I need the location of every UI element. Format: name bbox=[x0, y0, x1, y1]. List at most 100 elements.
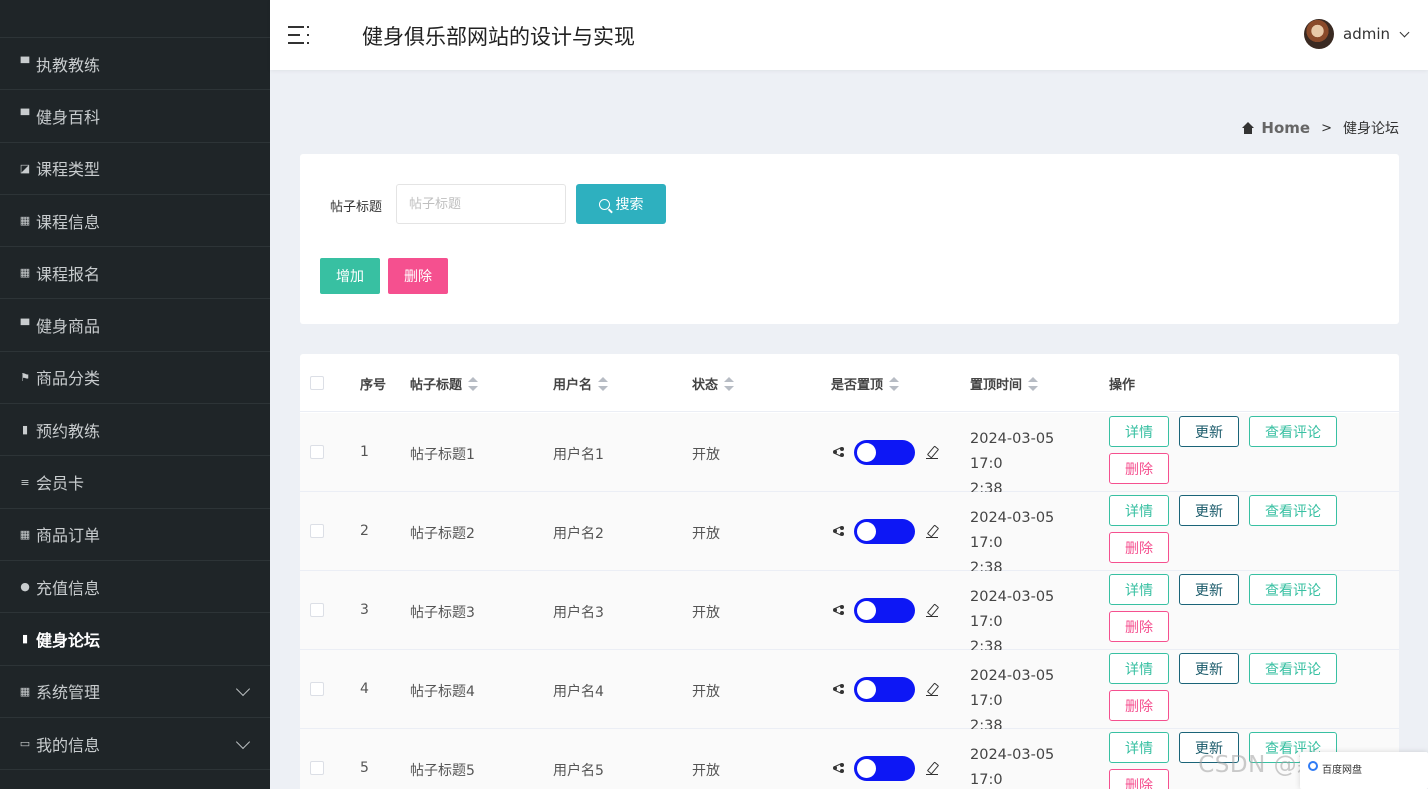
sidebar: ▀ 执教教练 ▀ 健身百科 ◪ 课程类型 ▦ 课程信息 ▦ 课程报名 ▀ 健身商品 ⚑ 商品分类 ▮ 预约教练… bbox=[0, 0, 270, 789]
detail-button[interactable]: 详情 bbox=[1109, 416, 1169, 447]
grid-icon: ▦ bbox=[19, 266, 31, 280]
header-status[interactable]: 状态 bbox=[692, 374, 735, 393]
share-icon bbox=[833, 684, 845, 694]
update-button[interactable]: 更新 bbox=[1179, 653, 1239, 684]
pinned-toggle[interactable] bbox=[854, 756, 915, 781]
sidebar-item[interactable]: ▦ 课程信息 bbox=[0, 195, 270, 248]
grid-icon: ▦ bbox=[19, 527, 31, 541]
row-delete-button[interactable]: 删除 bbox=[1109, 769, 1169, 789]
share-icon bbox=[833, 763, 845, 773]
floating-badge[interactable]: 百度网盘 bbox=[1300, 752, 1428, 789]
sidebar-item[interactable]: ▦ 课程报名 bbox=[0, 247, 270, 300]
edit-icon[interactable] bbox=[926, 446, 939, 459]
view-comments-button[interactable]: 查看评论 bbox=[1249, 495, 1337, 526]
row-checkbox[interactable] bbox=[310, 682, 324, 696]
breadcrumb: Home > 健身论坛 bbox=[1241, 118, 1399, 138]
pinned-toggle[interactable] bbox=[854, 677, 915, 702]
share-icon bbox=[833, 447, 845, 457]
chart-icon: ◪ bbox=[19, 161, 31, 175]
cell-pinned-time: 2024-03-05 17:02:38 bbox=[970, 510, 1055, 576]
header-pinned-time[interactable]: 置顶时间 bbox=[970, 374, 1039, 393]
sidebar-item[interactable]: ◪ 课程类型 bbox=[0, 143, 270, 195]
sidebar-item[interactable]: ▀ 执教教练 bbox=[0, 38, 270, 91]
data-table: 序号 帖子标题 用户名 状态 是否置顶 置顶时间 操作 1 帖子标题1 用户名1 开放… bbox=[300, 354, 1399, 789]
update-button[interactable]: 更新 bbox=[1179, 416, 1239, 447]
detail-button[interactable]: 详情 bbox=[1109, 495, 1169, 526]
view-comments-button[interactable]: 查看评论 bbox=[1249, 574, 1337, 605]
row-checkbox[interactable] bbox=[310, 445, 324, 459]
update-button[interactable]: 更新 bbox=[1179, 574, 1239, 605]
menu-toggle-icon[interactable] bbox=[288, 24, 312, 46]
pinned-toggle[interactable] bbox=[854, 519, 915, 544]
sidebar-item[interactable]: ≡ 会员卡 bbox=[0, 456, 270, 509]
pinned-toggle[interactable] bbox=[854, 440, 915, 465]
sidebar-item[interactable]: ▭ 我的信息 bbox=[0, 718, 270, 771]
sidebar-item[interactable]: ● 充值信息 bbox=[0, 561, 270, 614]
cell-status: 开放 bbox=[692, 526, 720, 542]
search-button[interactable]: 搜索 bbox=[576, 184, 666, 224]
sidebar-item[interactable]: ▮ 健身论坛 bbox=[0, 613, 270, 666]
view-comments-button[interactable]: 查看评论 bbox=[1249, 416, 1337, 447]
sidebar-item[interactable]: ▀ 健身商品 bbox=[0, 299, 270, 352]
row-checkbox[interactable] bbox=[310, 761, 324, 775]
sort-icon[interactable] bbox=[598, 376, 609, 391]
detail-button[interactable]: 详情 bbox=[1109, 732, 1169, 763]
cell-username: 用户名1 bbox=[553, 447, 604, 463]
search-input[interactable] bbox=[396, 184, 566, 224]
avatar bbox=[1304, 19, 1334, 49]
chevron-down-icon bbox=[235, 734, 251, 749]
edit-icon[interactable] bbox=[926, 683, 939, 696]
edit-icon[interactable] bbox=[926, 604, 939, 617]
top-header: 健身俱乐部网站的设计与实现 admin bbox=[270, 0, 1428, 70]
breadcrumb-current: 健身论坛 bbox=[1343, 121, 1399, 137]
clipboard-icon: ▮ bbox=[21, 632, 29, 646]
sort-icon[interactable] bbox=[1028, 376, 1039, 391]
sidebar-item[interactable]: ▦ 商品订单 bbox=[0, 509, 270, 561]
edit-icon[interactable] bbox=[926, 762, 939, 775]
sidebar-item-label: 课程报名 bbox=[36, 264, 101, 284]
delete-button[interactable]: 删除 bbox=[388, 258, 448, 294]
chevron-down-icon bbox=[235, 682, 251, 697]
row-checkbox[interactable] bbox=[310, 524, 324, 538]
user-icon: ● bbox=[20, 580, 30, 594]
pinned-toggle[interactable] bbox=[854, 598, 915, 623]
edit-icon[interactable] bbox=[926, 525, 939, 538]
select-all-checkbox[interactable] bbox=[310, 376, 324, 390]
user-menu[interactable]: admin bbox=[1304, 19, 1410, 49]
detail-button[interactable]: 详情 bbox=[1109, 653, 1169, 684]
sort-icon[interactable] bbox=[889, 376, 900, 391]
cloud-icon bbox=[1308, 761, 1318, 771]
row-delete-button[interactable]: 删除 bbox=[1109, 611, 1169, 642]
cell-index: 4 bbox=[360, 681, 369, 697]
row-checkbox[interactable] bbox=[310, 603, 324, 617]
cell-username: 用户名2 bbox=[553, 526, 604, 542]
update-button[interactable]: 更新 bbox=[1179, 495, 1239, 526]
cell-title: 帖子标题4 bbox=[410, 684, 475, 700]
view-comments-button[interactable]: 查看评论 bbox=[1249, 653, 1337, 684]
row-delete-button[interactable]: 删除 bbox=[1109, 453, 1169, 484]
detail-button[interactable]: 详情 bbox=[1109, 574, 1169, 605]
sidebar-item[interactable]: ▮ 预约教练 bbox=[0, 404, 270, 457]
row-delete-button[interactable]: 删除 bbox=[1109, 532, 1169, 563]
cell-index: 5 bbox=[360, 760, 369, 776]
sidebar-item[interactable]: ▦ 系统管理 bbox=[0, 666, 270, 718]
search-label: 帖子标题 bbox=[330, 200, 383, 215]
header-ops: 操作 bbox=[1109, 378, 1136, 393]
cell-index: 2 bbox=[360, 523, 369, 539]
add-button[interactable]: 增加 bbox=[320, 258, 380, 294]
table-row: 4 帖子标题4 用户名4 开放 2024-03-05 17:0 2:38 详情 更新 查看评论删… bbox=[300, 650, 1399, 734]
cell-username: 用户名5 bbox=[553, 763, 604, 779]
cell-status: 开放 bbox=[692, 763, 720, 779]
row-delete-button[interactable]: 删除 bbox=[1109, 690, 1169, 721]
sort-icon[interactable] bbox=[468, 376, 479, 391]
cell-title: 帖子标题3 bbox=[410, 605, 475, 621]
cell-pinned-time: 2024-03-05 17:02:38 bbox=[970, 431, 1055, 497]
sidebar-item[interactable]: ⚑ 商品分类 bbox=[0, 352, 270, 405]
header-pinned[interactable]: 是否置顶 bbox=[831, 374, 900, 393]
sort-icon[interactable] bbox=[724, 376, 735, 391]
header-title[interactable]: 帖子标题 bbox=[410, 374, 479, 393]
floating-badge-label: 百度网盘 bbox=[1322, 765, 1362, 776]
header-username[interactable]: 用户名 bbox=[553, 374, 609, 393]
sidebar-item[interactable]: ▀ 健身百科 bbox=[0, 90, 270, 143]
breadcrumb-home[interactable]: Home bbox=[1261, 119, 1310, 137]
